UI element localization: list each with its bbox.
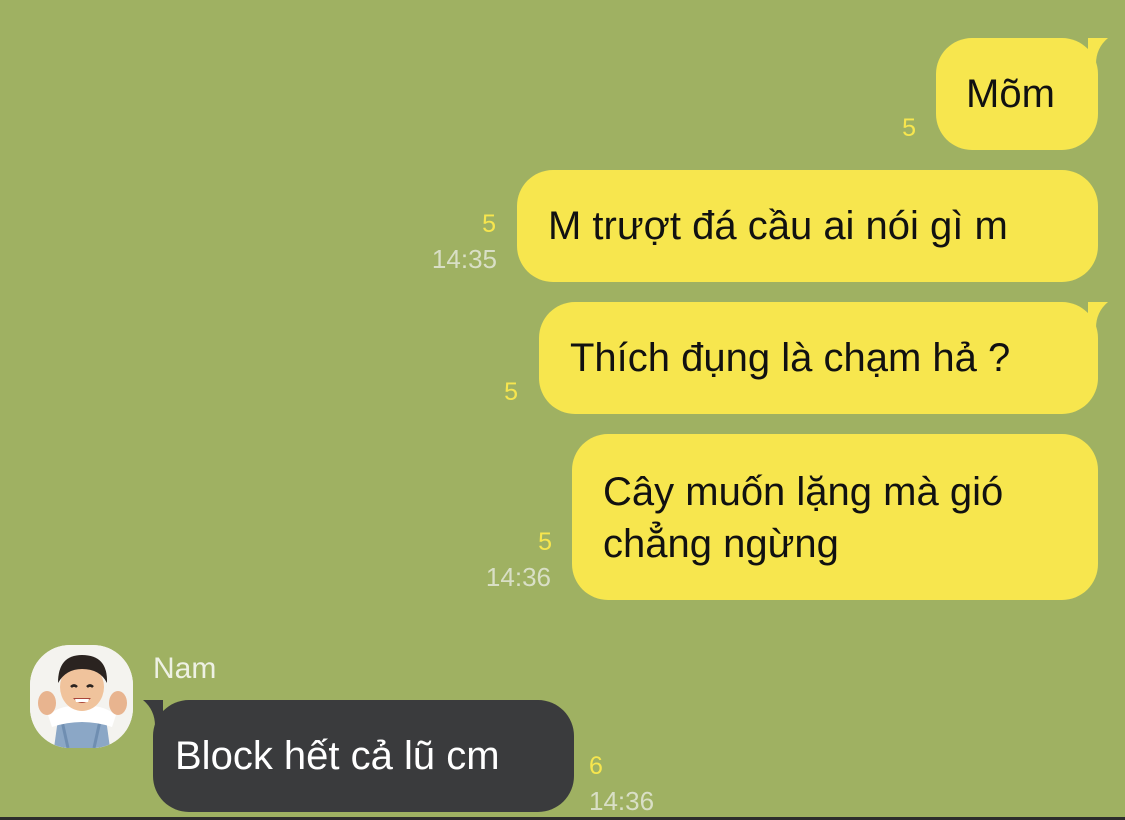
message-time: 14:35 [431, 244, 497, 274]
message-bubble-outgoing[interactable]: Mõm [936, 38, 1098, 150]
bubble-tail-icon [1088, 302, 1108, 328]
message-text: M trượt đá cầu ai nói gì m [548, 204, 1008, 248]
message-time: 14:36 [485, 562, 551, 592]
message-time: 14:36 [589, 786, 655, 816]
message-text: Thích đụng là chạm hả ? [570, 336, 1011, 380]
message-bubble-outgoing[interactable]: M trượt đá cầu ai nói gì m [517, 170, 1098, 282]
bubble-tail-icon [1088, 38, 1108, 64]
message-bubble-outgoing[interactable]: Thích đụng là chạm hả ? [539, 302, 1098, 414]
read-count: 5 [504, 378, 518, 406]
message-text-line: Cây muốn lặng mà gió [603, 470, 1004, 514]
read-count: 5 [482, 210, 496, 238]
message-text-line: chẳng ngừng [603, 522, 839, 566]
child-avatar-icon [30, 645, 133, 748]
sender-name: Nam [153, 652, 217, 685]
message-bubble-incoming[interactable]: Block hết cả lũ cm [153, 700, 574, 812]
message-bubble-outgoing[interactable]: Cây muốn lặng mà gió chẳng ngừng [572, 434, 1098, 600]
message-text: Mõm [966, 72, 1055, 116]
message-text: Block hết cả lũ cm [175, 734, 500, 778]
chat-screen: { "messages": [ { "id": "m1", "direction… [0, 0, 1125, 820]
read-count: 5 [538, 528, 552, 556]
avatar[interactable] [30, 645, 133, 748]
read-count: 6 [589, 752, 603, 780]
read-count: 5 [902, 114, 916, 142]
